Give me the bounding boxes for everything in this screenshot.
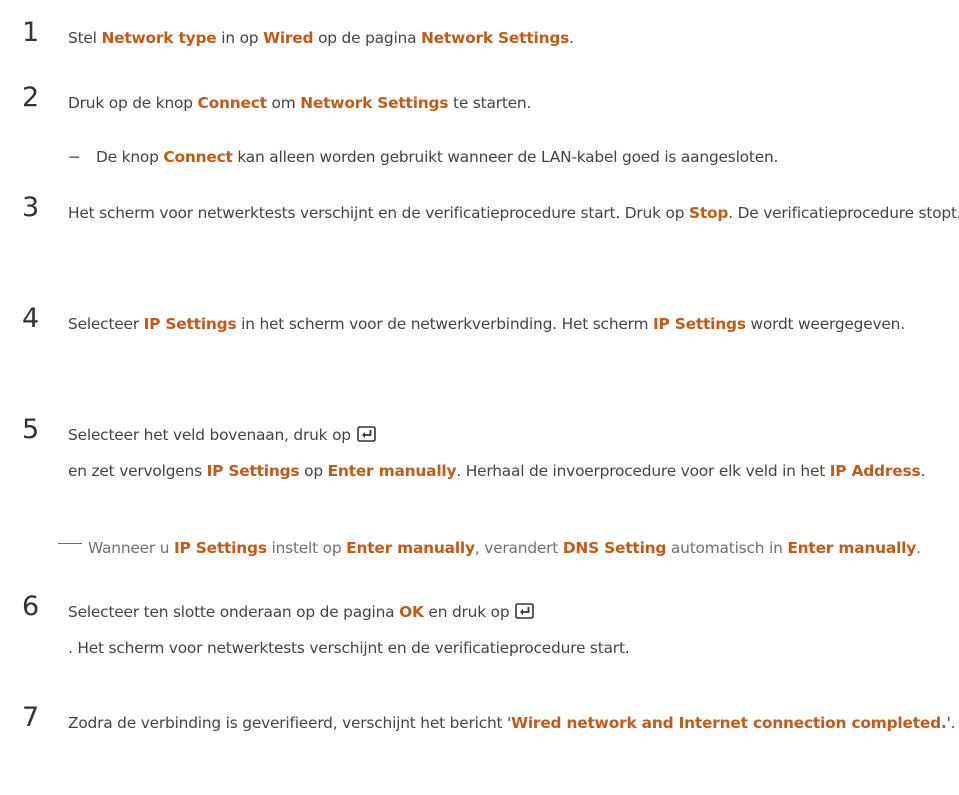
text-run: in op [216,29,264,47]
bold-term: IP Address [829,462,921,480]
text-run: , verandert [474,539,563,557]
step-text: Druk op de knop Connect om Network Setti… [68,85,953,121]
text-run: op [299,462,328,480]
step-text: Selecteer IP Settings in het scherm voor… [68,306,953,342]
text-run: om [266,94,301,112]
text-run: Selecteer het veld bovenaan, druk op [68,426,351,444]
text-run: en zet vervolgens [68,462,207,480]
dash-bullet: − [68,148,81,166]
bold-term: Network type [101,29,217,47]
step-number: 1 [22,17,40,48]
text-run: instelt op [266,539,347,557]
text-run: op de pagina [313,29,421,47]
bold-term: IP Settings [206,462,300,480]
bold-term: Wired [263,29,314,47]
text-run: Zodra de verbinding is geverifieerd, ver… [68,714,512,732]
text-run: wordt weergegeven. [745,315,905,333]
enter-icon [515,603,537,619]
step-number: 5 [22,414,40,445]
bold-term: Stop [689,204,729,222]
step-text: Stel Network type in op Wired op de pagi… [68,20,953,56]
bold-term: Network Settings [300,94,449,112]
bold-term: Network Settings [421,29,570,47]
text-run: en druk op [423,603,510,621]
text-run: . [920,462,926,480]
text-run: in het scherm voor de netwerkverbinding.… [236,315,653,333]
text-run: '. [946,714,956,732]
step-number: 6 [22,591,40,622]
text-run: te starten. [448,94,532,112]
bold-term: OK [399,603,424,621]
bold-term: IP Settings [143,315,237,333]
bold-term: Enter manually [327,462,457,480]
bold-term: Wired network and Internet connection co… [511,714,947,732]
note-text: Wanneer u IP Settings instelt op Enter m… [88,539,921,557]
text-run: Druk op de knop [68,94,198,112]
bold-term: DNS Setting [562,539,667,557]
text-run: . [916,539,921,557]
text-run: Wanneer u [88,539,174,557]
text-run: . Herhaal de invoerprocedure voor elk ve… [456,462,830,480]
step-2-subnote: − De knop Connect kan alleen worden gebr… [68,145,956,169]
step-number: 3 [22,192,40,223]
bold-term: Connect [163,148,233,166]
bold-term: IP Settings [173,539,267,557]
bold-term: Enter manually [346,539,475,557]
subnote-text: De knop Connect kan alleen worden gebrui… [96,148,778,166]
text-run: . De verificatieprocedure stopt. [728,204,959,222]
bold-term: Connect [197,94,268,112]
text-run: De knop [96,148,164,166]
text-run: kan alleen worden gebruikt wanneer de LA… [232,148,779,166]
step-text: Selecteer ten slotte onderaan op de pagi… [68,594,798,666]
step-number: 7 [22,702,40,733]
text-run: automatisch in [666,539,788,557]
text-run: . [569,29,574,47]
step-number: 2 [22,82,40,113]
step-text: Het scherm voor netwerktests verschijnt … [68,195,959,231]
enter-icon [357,426,379,442]
text-run: . Het scherm voor netwerktests verschijn… [68,639,630,657]
bold-term: Enter manually [787,539,917,557]
text-run: Het scherm voor netwerktests verschijnt … [68,204,689,222]
note-marker [58,543,82,544]
text-run: Stel [68,29,102,47]
text-run: Selecteer [68,315,144,333]
step-text: Zodra de verbinding is geverifieerd, ver… [68,705,956,741]
step-number: 4 [22,303,40,334]
text-run: Selecteer ten slotte onderaan op de pagi… [68,603,400,621]
bold-term: IP Settings [652,315,746,333]
note: Wanneer u IP Settings instelt op Enter m… [58,536,948,560]
step-text: Selecteer het veld bovenaan, druk op en z… [68,417,925,489]
instruction-page: 1 Stel Network type in op Wired op de pa… [0,0,959,795]
